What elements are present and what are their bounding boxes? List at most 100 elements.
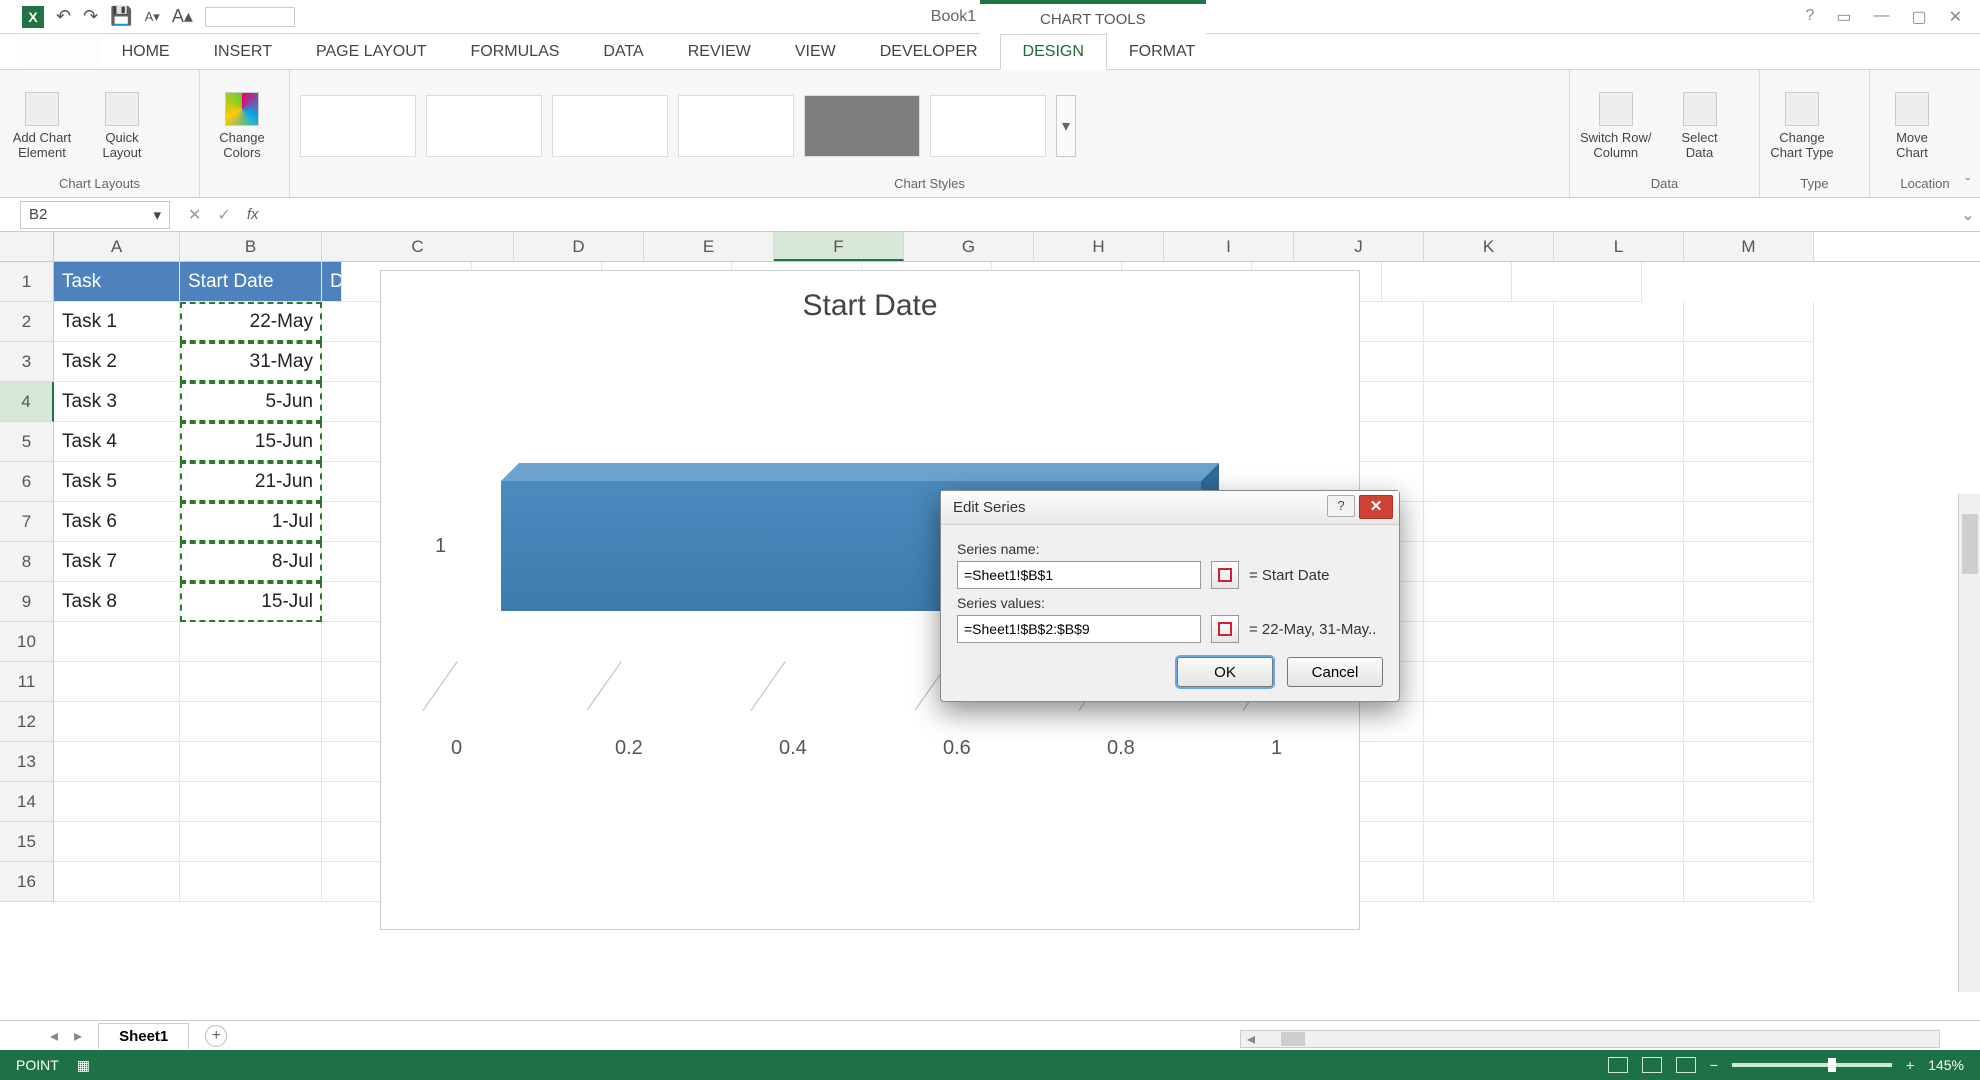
cell[interactable]: Task 7 bbox=[54, 542, 180, 582]
macro-record-icon[interactable]: ▦ bbox=[77, 1057, 90, 1074]
cell[interactable] bbox=[1554, 662, 1684, 702]
cell[interactable] bbox=[1554, 462, 1684, 502]
cell[interactable] bbox=[1684, 702, 1814, 742]
cell[interactable] bbox=[1424, 862, 1554, 902]
chart-styles-gallery[interactable]: ▾ bbox=[300, 95, 1076, 157]
column-header[interactable]: M bbox=[1684, 232, 1814, 261]
row-header[interactable]: 9 bbox=[0, 582, 54, 622]
cell[interactable]: Task 2 bbox=[54, 342, 180, 382]
column-header[interactable]: B bbox=[180, 232, 322, 261]
tab-review[interactable]: REVIEW bbox=[666, 35, 773, 69]
page-break-view-icon[interactable] bbox=[1676, 1057, 1696, 1073]
move-chart-button[interactable]: Move Chart bbox=[1880, 92, 1944, 160]
cell[interactable] bbox=[180, 702, 322, 742]
cell[interactable] bbox=[1554, 742, 1684, 782]
chart-style-thumb[interactable] bbox=[300, 95, 416, 157]
row-header[interactable]: 1 bbox=[0, 262, 54, 302]
cell[interactable]: 22-May bbox=[180, 302, 322, 342]
cell[interactable] bbox=[1684, 862, 1814, 902]
cell[interactable] bbox=[1684, 742, 1814, 782]
sheet-nav-next-icon[interactable]: ▸ bbox=[74, 1026, 82, 1046]
quick-layout-button[interactable]: Quick Layout bbox=[90, 92, 154, 160]
gallery-more-icon[interactable]: ▾ bbox=[1056, 95, 1076, 157]
minimize-icon[interactable]: — bbox=[1873, 7, 1889, 27]
cell[interactable] bbox=[1424, 742, 1554, 782]
row-header[interactable]: 2 bbox=[0, 302, 54, 342]
tab-design[interactable]: DESIGN bbox=[1000, 34, 1107, 70]
cell[interactable] bbox=[1554, 622, 1684, 662]
column-header[interactable]: D bbox=[514, 232, 644, 261]
font-increase-icon[interactable]: A▴ bbox=[172, 6, 193, 27]
cancel-button[interactable]: Cancel bbox=[1287, 657, 1383, 687]
help-icon[interactable]: ? bbox=[1805, 7, 1814, 27]
cell[interactable] bbox=[1424, 422, 1554, 462]
chevron-down-icon[interactable]: ▾ bbox=[153, 206, 161, 224]
cell[interactable] bbox=[1554, 342, 1684, 382]
cell[interactable]: Task bbox=[54, 262, 180, 302]
cell[interactable] bbox=[54, 822, 180, 862]
horizontal-scrollbar[interactable]: ◂ bbox=[1240, 1030, 1940, 1048]
tab-view[interactable]: VIEW bbox=[773, 35, 858, 69]
tab-formulas[interactable]: FORMULAS bbox=[449, 35, 582, 69]
chart-style-thumb[interactable] bbox=[552, 95, 668, 157]
cell[interactable] bbox=[1554, 302, 1684, 342]
expand-formula-bar-icon[interactable]: ⌄ bbox=[1956, 205, 1980, 225]
chart-title[interactable]: Start Date bbox=[381, 289, 1359, 323]
cell[interactable]: 15-Jul bbox=[180, 582, 322, 622]
enter-formula-icon[interactable]: ✓ bbox=[217, 205, 230, 225]
cell[interactable] bbox=[180, 662, 322, 702]
zoom-slider[interactable] bbox=[1732, 1063, 1892, 1067]
normal-view-icon[interactable] bbox=[1608, 1057, 1628, 1073]
cell[interactable] bbox=[1554, 582, 1684, 622]
tab-page-layout[interactable]: PAGE LAYOUT bbox=[294, 35, 449, 69]
row-header[interactable]: 10 bbox=[0, 622, 54, 662]
sheet-tab[interactable]: Sheet1 bbox=[98, 1023, 189, 1049]
close-icon[interactable]: ✕ bbox=[1949, 7, 1962, 27]
cell[interactable] bbox=[1684, 382, 1814, 422]
column-header[interactable]: F bbox=[774, 232, 904, 261]
font-decrease-icon[interactable]: A▾ bbox=[145, 9, 160, 25]
ok-button[interactable]: OK bbox=[1177, 657, 1273, 687]
range-selector-icon[interactable] bbox=[1211, 615, 1239, 643]
chart-style-thumb[interactable] bbox=[426, 95, 542, 157]
cell[interactable]: 1-Jul bbox=[180, 502, 322, 542]
cell[interactable] bbox=[1684, 822, 1814, 862]
series-name-input[interactable] bbox=[957, 561, 1201, 589]
row-header[interactable]: 16 bbox=[0, 862, 54, 902]
cell[interactable] bbox=[1554, 422, 1684, 462]
cell[interactable] bbox=[54, 702, 180, 742]
cell[interactable] bbox=[1424, 662, 1554, 702]
range-selector-icon[interactable] bbox=[1211, 561, 1239, 589]
cell[interactable] bbox=[1684, 422, 1814, 462]
change-chart-type-button[interactable]: Change Chart Type bbox=[1770, 92, 1834, 160]
cell[interactable] bbox=[1424, 622, 1554, 662]
chart-style-thumb[interactable] bbox=[930, 95, 1046, 157]
fx-icon[interactable]: fx bbox=[247, 206, 259, 223]
tab-insert[interactable]: INSERT bbox=[192, 35, 294, 69]
cell[interactable]: 21-Jun bbox=[180, 462, 322, 502]
maximize-icon[interactable]: ▢ bbox=[1911, 7, 1926, 27]
dialog-close-icon[interactable]: ✕ bbox=[1359, 495, 1393, 519]
cell[interactable] bbox=[1424, 822, 1554, 862]
formula-input[interactable] bbox=[266, 201, 1956, 229]
tab-file[interactable]: FILE bbox=[18, 37, 100, 69]
cell[interactable] bbox=[1424, 582, 1554, 622]
cell[interactable] bbox=[54, 742, 180, 782]
cell[interactable] bbox=[1684, 662, 1814, 702]
column-header[interactable]: C bbox=[322, 232, 514, 261]
row-header[interactable]: 11 bbox=[0, 662, 54, 702]
row-header[interactable]: 5 bbox=[0, 422, 54, 462]
row-header[interactable]: 12 bbox=[0, 702, 54, 742]
cell[interactable] bbox=[1554, 542, 1684, 582]
cell[interactable] bbox=[1424, 302, 1554, 342]
row-header[interactable]: 14 bbox=[0, 782, 54, 822]
cell[interactable]: Task 6 bbox=[54, 502, 180, 542]
column-header[interactable]: L bbox=[1554, 232, 1684, 261]
name-box[interactable]: B2▾ bbox=[20, 201, 170, 229]
row-header[interactable]: 4 bbox=[0, 382, 54, 422]
cell[interactable] bbox=[1424, 502, 1554, 542]
select-data-button[interactable]: Select Data bbox=[1668, 92, 1732, 160]
column-header[interactable]: H bbox=[1034, 232, 1164, 261]
cell[interactable] bbox=[1424, 702, 1554, 742]
vertical-scrollbar[interactable] bbox=[1958, 494, 1980, 992]
